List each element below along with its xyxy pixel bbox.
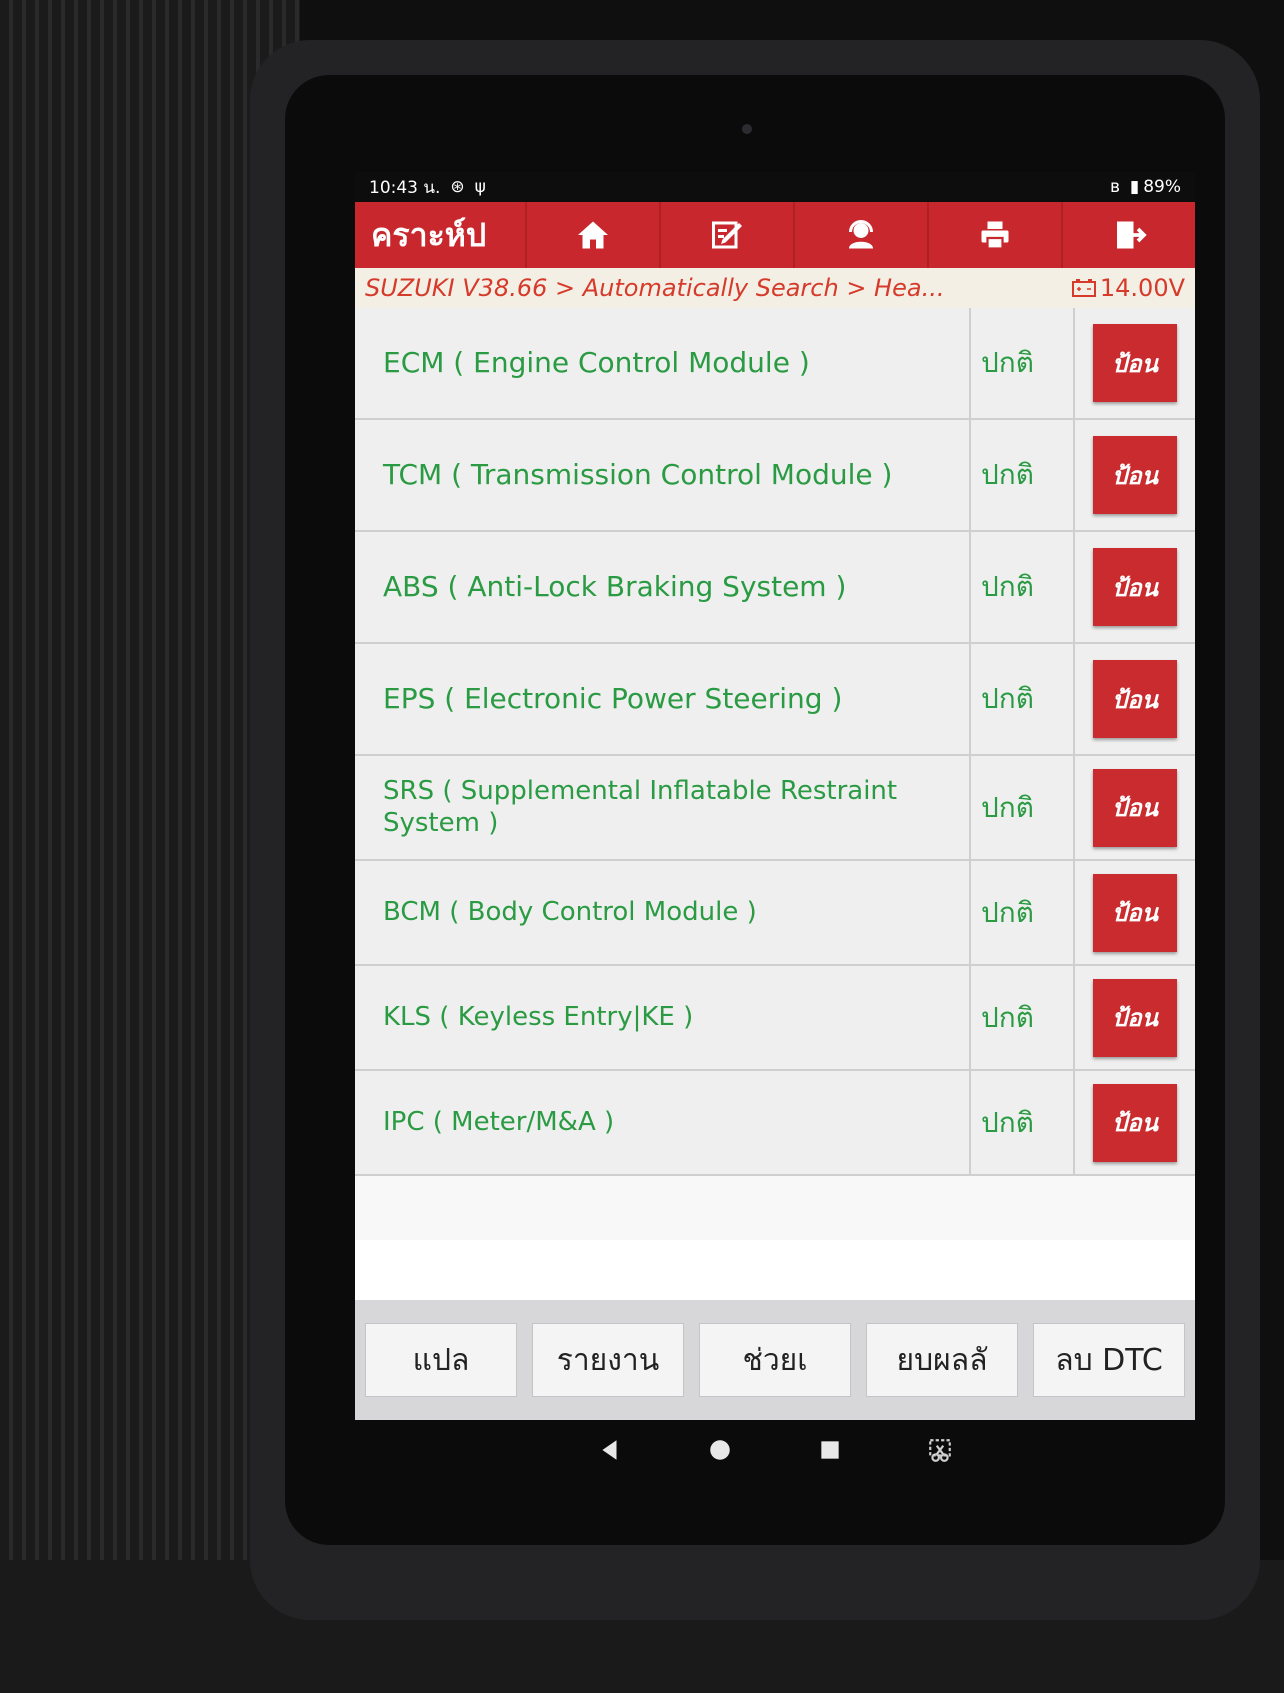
module-name: ECM ( Engine Control Module ): [355, 308, 969, 418]
compare-results-button[interactable]: ยบผลลั: [866, 1323, 1018, 1397]
clear-dtc-button[interactable]: ลบ DTC: [1033, 1323, 1185, 1397]
home-icon: [578, 221, 608, 249]
android-nav-bar: [355, 1420, 1195, 1480]
app-screen: 10:43 น. ⊛ ψ ʙ ▮ 89% คราะห์ป SUZUKI V38.…: [355, 172, 1195, 1420]
screenshot-button[interactable]: [885, 1437, 995, 1463]
battery-level: 89%: [1143, 177, 1181, 197]
breadcrumb: SUZUKI V38.66 > Automatically Search > H…: [355, 268, 1195, 308]
module-name: ABS ( Anti-Lock Braking System ): [355, 532, 969, 642]
report-button[interactable]: รายงาน: [532, 1323, 684, 1397]
print-button[interactable]: [927, 202, 1061, 268]
enter-button[interactable]: ป้อน: [1093, 324, 1177, 402]
alarm-icon: ⊛: [450, 177, 465, 197]
edit-icon: [712, 221, 742, 249]
module-row: ABS ( Anti-Lock Braking System ) ปกติ ป้…: [355, 532, 1195, 644]
module-row: EPS ( Electronic Power Steering ) ปกติ ป…: [355, 644, 1195, 756]
voltage-value: 14.00V: [1099, 274, 1185, 302]
module-row: ECM ( Engine Control Module ) ปกติ ป้อน: [355, 308, 1195, 420]
module-status: ปกติ: [969, 644, 1075, 754]
enter-button[interactable]: ป้อน: [1093, 768, 1177, 847]
module-row: IPC ( Meter/M&A ) ปกติ ป้อน: [355, 1071, 1195, 1176]
module-row: SRS ( Supplemental Inflatable Restraint …: [355, 756, 1195, 861]
breadcrumb-path[interactable]: SUZUKI V38.66 > Automatically Search > H…: [365, 274, 1072, 302]
camera-dot: [742, 124, 752, 134]
module-name: IPC ( Meter/M&A ): [355, 1071, 969, 1174]
help-button[interactable]: ช่วยเ: [699, 1323, 851, 1397]
exit-button[interactable]: [1061, 202, 1195, 268]
home-button[interactable]: [525, 202, 659, 268]
module-row: BCM ( Body Control Module ) ปกติ ป้อน: [355, 861, 1195, 966]
circle-home-icon: [710, 1440, 730, 1460]
back-icon: [602, 1440, 617, 1460]
voltage-readout: 14.00V: [1071, 274, 1185, 302]
user-support-icon: [849, 220, 873, 249]
module-name: SRS ( Supplemental Inflatable Restraint …: [355, 756, 969, 859]
translate-button[interactable]: แปล: [365, 1323, 517, 1397]
app-title: คราะห์ป: [371, 215, 487, 254]
module-name: TCM ( Transmission Control Module ): [355, 420, 969, 530]
module-name: EPS ( Electronic Power Steering ): [355, 644, 969, 754]
enter-button[interactable]: ป้อน: [1093, 978, 1177, 1057]
recents-button[interactable]: [775, 1437, 885, 1463]
printer-icon: [981, 221, 1009, 250]
status-time: 10:43 น.: [369, 177, 441, 198]
enter-button[interactable]: ป้อน: [1093, 548, 1177, 626]
module-status: ปกติ: [969, 532, 1075, 642]
home-nav-button[interactable]: [665, 1437, 775, 1463]
square-recents-icon: [821, 1441, 839, 1459]
module-status: ปกติ: [969, 420, 1075, 530]
module-name: BCM ( Body Control Module ): [355, 861, 969, 964]
bottom-action-bar: แปล รายงาน ช่วยเ ยบผลลั ลบ DTC: [355, 1300, 1195, 1420]
bluetooth-icon: ʙ: [1109, 177, 1120, 197]
back-button[interactable]: [555, 1437, 665, 1463]
edit-button[interactable]: [659, 202, 793, 268]
enter-button[interactable]: ป้อน: [1093, 873, 1177, 952]
enter-button[interactable]: ป้อน: [1093, 660, 1177, 738]
battery-icon: ▮: [1129, 177, 1140, 197]
enter-button[interactable]: ป้อน: [1093, 1083, 1177, 1162]
support-button[interactable]: [793, 202, 927, 268]
list-empty-area: [355, 1176, 1195, 1240]
screenshot-scissors-icon: [929, 1439, 951, 1462]
exit-icon: [1117, 221, 1147, 249]
module-list: ECM ( Engine Control Module ) ปกติ ป้อน …: [355, 308, 1195, 1176]
status-bar: 10:43 น. ⊛ ψ ʙ ▮ 89%: [355, 172, 1195, 202]
enter-button[interactable]: ป้อน: [1093, 436, 1177, 514]
module-status: ปกติ: [969, 966, 1075, 1069]
module-status: ปกติ: [969, 308, 1075, 418]
battery-voltage-icon: [1071, 279, 1096, 297]
usb-icon: ψ: [474, 177, 486, 197]
module-status: ปกติ: [969, 1071, 1075, 1174]
module-row: TCM ( Transmission Control Module ) ปกติ…: [355, 420, 1195, 532]
module-status: ปกติ: [969, 756, 1075, 859]
module-name: KLS ( Keyless Entry|KE ): [355, 966, 969, 1069]
module-row: KLS ( Keyless Entry|KE ) ปกติ ป้อน: [355, 966, 1195, 1071]
top-toolbar: คราะห์ป: [355, 202, 1195, 268]
module-status: ปกติ: [969, 861, 1075, 964]
